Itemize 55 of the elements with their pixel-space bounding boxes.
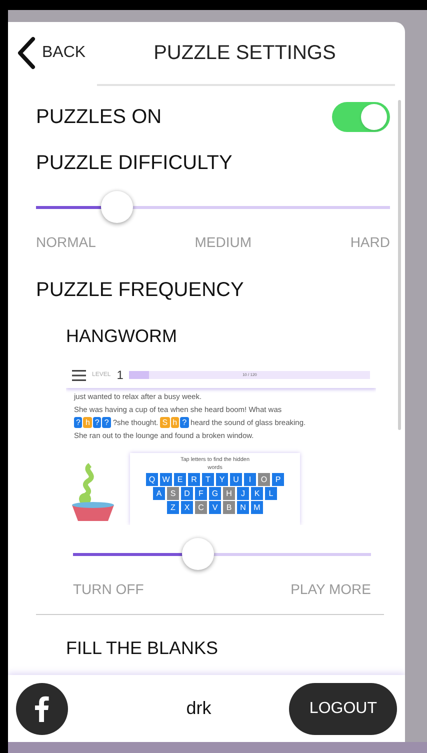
letter-tile: h	[170, 417, 180, 428]
menu-icon	[72, 370, 86, 380]
key[interactable]: X	[181, 501, 193, 514]
scale-label: NORMAL	[36, 233, 96, 252]
facebook-icon	[35, 696, 49, 722]
chevron-left-icon	[16, 36, 36, 70]
slider-thumb[interactable]	[101, 191, 134, 223]
scale-label: PLAY MORE	[290, 580, 371, 599]
scale-label: TURN OFF	[73, 580, 144, 599]
key[interactable]: Z	[167, 501, 179, 514]
toggle-switch[interactable]	[332, 102, 390, 132]
scale-label: MEDIUM	[194, 233, 252, 252]
slider-thumb[interactable]	[182, 538, 214, 570]
logout-button[interactable]: LOGOUT	[289, 682, 397, 734]
key[interactable]: O	[258, 473, 270, 486]
key[interactable]: A	[153, 487, 165, 500]
key[interactable]: N	[237, 501, 249, 514]
key[interactable]: T	[202, 473, 214, 486]
letter-tile: ?	[102, 417, 111, 428]
key[interactable]: I	[244, 473, 256, 486]
key[interactable]: R	[188, 473, 200, 486]
letter-tile: ?	[180, 417, 189, 428]
puzzle-name: HANGWORM	[66, 325, 178, 348]
username: drk	[186, 697, 212, 720]
key[interactable]: M	[251, 501, 263, 514]
key[interactable]: Q	[146, 473, 158, 486]
puzzle-name: FILL THE BLANKS	[66, 637, 220, 660]
back-button[interactable]: BACK	[16, 36, 86, 70]
key[interactable]: V	[209, 501, 221, 514]
letter-tile: ?	[92, 417, 102, 428]
level-number: 1	[116, 369, 124, 381]
key[interactable]: C	[195, 501, 207, 514]
page-title: PUZZLE SETTINGS	[154, 41, 336, 66]
key[interactable]: S	[167, 487, 179, 500]
section-title: PUZZLE FREQUENCY	[36, 278, 245, 303]
key[interactable]: G	[209, 487, 221, 500]
key[interactable]: W	[160, 473, 172, 486]
key[interactable]: K	[251, 487, 263, 500]
key[interactable]: D	[181, 487, 193, 500]
letter-tile: S	[160, 417, 170, 428]
key[interactable]: P	[272, 473, 284, 486]
scale-label: HARD	[350, 233, 390, 252]
key[interactable]: F	[195, 487, 207, 500]
key[interactable]: Y	[216, 473, 228, 486]
setting-label: PUZZLES ON	[36, 105, 162, 130]
key[interactable]: J	[237, 487, 249, 500]
key[interactable]: L	[265, 487, 277, 500]
letter-tile: ?	[74, 417, 82, 428]
key[interactable]: U	[230, 473, 242, 486]
facebook-button[interactable]	[16, 682, 68, 734]
section-title: PUZZLE DIFFICULTY	[36, 151, 234, 176]
key[interactable]: B	[223, 501, 235, 514]
key[interactable]: E	[174, 473, 186, 486]
letter-tile: h	[83, 417, 92, 428]
key[interactable]: H	[223, 487, 235, 500]
